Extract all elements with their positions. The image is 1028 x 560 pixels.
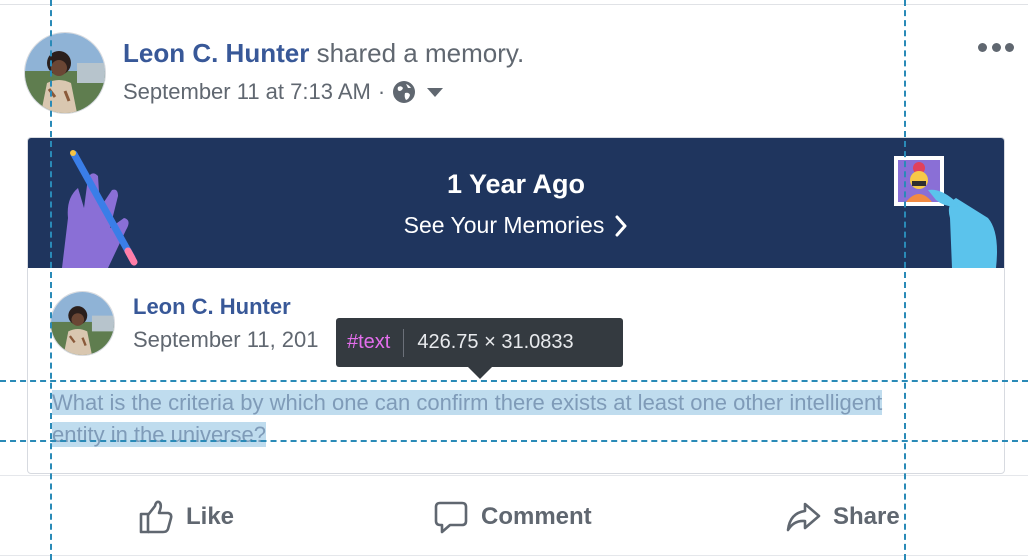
more-dot-icon — [991, 43, 1001, 52]
see-memories-label: See Your Memories — [403, 212, 605, 238]
devtools-inspect-tooltip: #text 426.75 × 31.0833 — [336, 318, 623, 379]
hand-photo-illustration — [894, 156, 997, 268]
post-card: Leon C. Hunter shared a memory. Septembe… — [0, 4, 1028, 560]
post-header: Leon C. Hunter shared a memory. — [123, 38, 524, 69]
memory-author-avatar[interactable] — [50, 291, 115, 356]
share-arrow-icon — [786, 502, 821, 532]
audience-caret-icon[interactable] — [426, 86, 444, 98]
memory-date[interactable]: September 11, 201 — [133, 327, 319, 353]
tooltip-divider — [403, 328, 405, 357]
more-dot-icon — [1005, 43, 1014, 52]
meta-separator: · — [377, 79, 386, 104]
tooltip-node-tag: #text — [347, 331, 391, 353]
avatar-photo — [25, 33, 105, 113]
memory-author-name[interactable]: Leon C. Hunter — [133, 294, 291, 320]
like-button[interactable]: Like — [138, 496, 234, 538]
memory-text: What is the criteria by which one can co… — [52, 387, 906, 451]
memory-text-content: What is the criteria by which one can co… — [52, 390, 883, 447]
globe-icon[interactable] — [392, 80, 416, 104]
like-label: Like — [186, 503, 235, 530]
comment-button[interactable]: Comment — [433, 496, 592, 538]
post-bottom-divider — [0, 555, 1028, 556]
see-memories-link[interactable]: See Your Memories — [28, 212, 1004, 239]
post-action-text: shared a memory. — [309, 38, 525, 68]
avatar-photo — [51, 292, 114, 355]
more-options-button[interactable] — [978, 43, 1014, 57]
author-avatar[interactable] — [24, 32, 106, 114]
share-label: Share — [833, 503, 900, 530]
hand-pencil-illustration — [62, 150, 138, 268]
comment-label: Comment — [481, 503, 592, 530]
more-dot-icon — [978, 43, 987, 52]
post-action-bar: Like Comment Share — [0, 475, 1028, 557]
share-button[interactable]: Share — [785, 496, 900, 538]
thumbs-up-icon — [139, 500, 173, 534]
tooltip-dimensions: 426.75 × 31.0833 — [417, 331, 574, 353]
chevron-right-icon — [615, 215, 627, 236]
post-meta: September 11 at 7:13 AM · — [123, 79, 444, 105]
author-name-link[interactable]: Leon C. Hunter — [123, 38, 309, 68]
post-timestamp[interactable]: September 11 at 7:13 AM — [123, 79, 371, 105]
banner-title: 1 Year Ago — [446, 169, 586, 199]
comment-bubble-icon — [434, 501, 468, 534]
memory-banner[interactable]: 1 Year Ago See Your Memories — [28, 138, 1004, 268]
